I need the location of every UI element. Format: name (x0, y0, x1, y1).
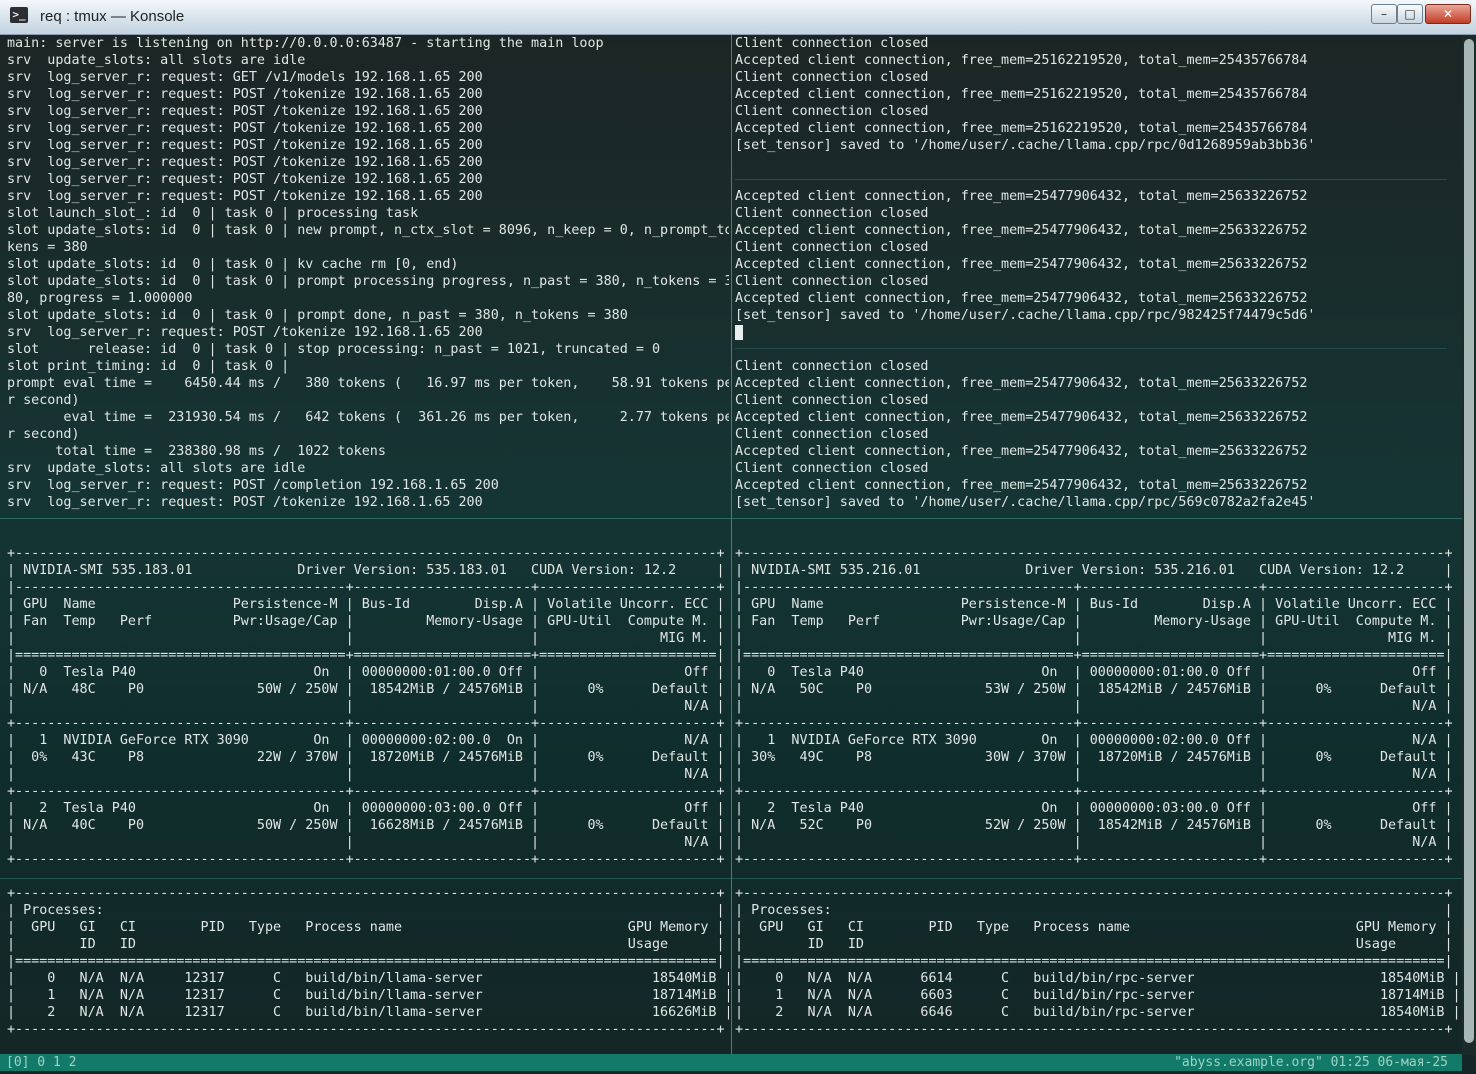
scrollbar-thumb[interactable] (1464, 39, 1474, 1043)
minimize-button[interactable]: – (1371, 4, 1397, 24)
rpc-server-log-pane[interactable]: Client connection closed Accepted client… (735, 35, 1460, 515)
tmux-host-clock: "abyss.example.org" 01:25 06-мая-25 (1174, 1055, 1448, 1070)
rpc-server-log-text: Client connection closed Accepted client… (735, 36, 1316, 510)
window-title: req : tmux — Konsole (40, 8, 185, 25)
pane-divider-line (735, 348, 1447, 349)
title-bar[interactable]: >_ req : tmux — Konsole – □ ✕ (0, 0, 1476, 35)
llama-server-log-pane[interactable]: main: server is listening on http://0.0.… (7, 35, 729, 515)
nvidia-smi-left-pane[interactable]: +---------------------------------------… (7, 545, 729, 1045)
nvidia-smi-right-text: +---------------------------------------… (735, 546, 1460, 1037)
llama-server-log-text: main: server is listening on http://0.0.… (7, 36, 729, 510)
scrollbar[interactable] (1462, 35, 1476, 1055)
close-button[interactable]: ✕ (1425, 4, 1471, 24)
terminal-icon: >_ (10, 7, 28, 23)
terminal-area[interactable]: main: server is listening on http://0.0.… (0, 35, 1476, 1074)
pane-divider-line (735, 179, 1447, 180)
tmux-status-bar: [0] 0 1 2 "abyss.example.org" 01:25 06-м… (0, 1054, 1462, 1071)
maximize-button[interactable]: □ (1397, 4, 1423, 24)
terminal-cursor (735, 325, 743, 340)
pane-separator-vertical[interactable] (731, 35, 732, 1054)
nvidia-smi-left-text: +---------------------------------------… (7, 546, 729, 1037)
tmux-window-list[interactable]: [0] 0 1 2 (6, 1054, 76, 1071)
nvidia-smi-right-pane[interactable]: +---------------------------------------… (735, 545, 1460, 1045)
konsole-window: >_ req : tmux — Konsole – □ ✕ main: serv… (0, 0, 1476, 1074)
